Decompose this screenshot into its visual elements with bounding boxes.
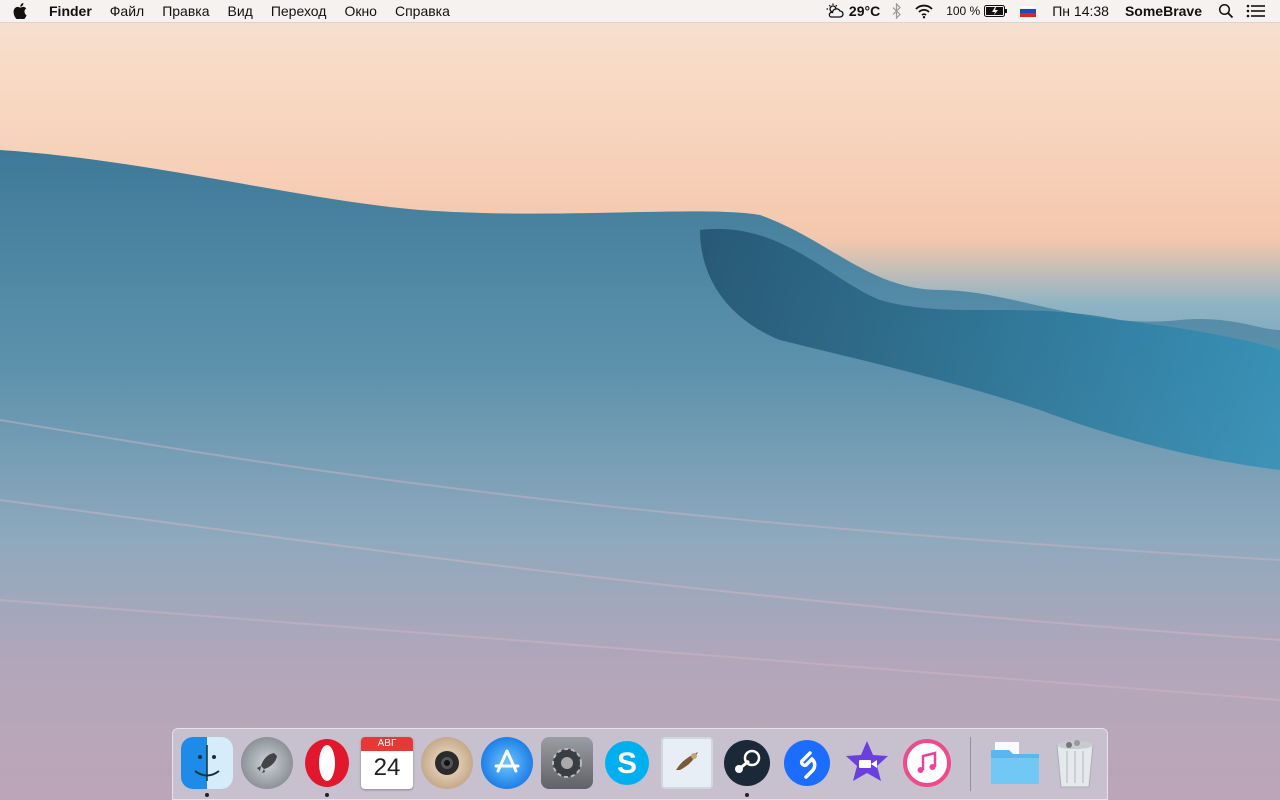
steam-running-indicator (745, 793, 749, 797)
dock-itunes-icon[interactable] (901, 737, 953, 789)
notification-center-icon[interactable] (1240, 4, 1280, 18)
battery-charging-icon (984, 5, 1008, 17)
finder-running-indicator (205, 793, 209, 797)
dock-finder-icon[interactable] (181, 737, 233, 789)
battery-status[interactable]: 100 % (940, 0, 1014, 22)
menu-clock[interactable]: Пн 14:38 (1042, 0, 1115, 22)
dock-system-preferences-icon[interactable] (541, 737, 593, 789)
desktop-wallpaper (0, 150, 1280, 800)
apple-menu-icon[interactable] (0, 3, 40, 19)
menu-help[interactable]: Справка (386, 0, 459, 22)
user-menu[interactable]: SomeBrave (1115, 0, 1212, 22)
menu-go[interactable]: Переход (262, 0, 336, 22)
input-source-ru-flag-icon[interactable] (1014, 5, 1042, 17)
bluetooth-icon[interactable] (886, 3, 908, 19)
partly-cloudy-icon (826, 3, 844, 18)
wifi-icon[interactable] (908, 3, 940, 19)
dock-calendar-icon[interactable]: АВГ 24 (361, 737, 413, 789)
menu-window[interactable]: Окно (335, 0, 386, 22)
menu-app-name[interactable]: Finder (40, 0, 101, 22)
calendar-day: 24 (373, 754, 401, 781)
spotlight-search-icon[interactable] (1212, 3, 1240, 19)
svg-text:S: S (617, 747, 637, 780)
menu-bar: Finder Файл Правка Вид Переход Окно Спра… (0, 0, 1280, 23)
dock-shazam-icon[interactable] (781, 737, 833, 789)
dock-mail-icon[interactable] (661, 737, 713, 789)
dock-trash-icon[interactable] (1049, 737, 1101, 789)
dock-launchpad-icon[interactable] (241, 737, 293, 789)
menu-file[interactable]: Файл (101, 0, 153, 22)
menu-edit[interactable]: Правка (153, 0, 218, 22)
weather-status[interactable]: 29°C (819, 0, 886, 22)
opera-running-indicator (325, 793, 329, 797)
calendar-month: АВГ (361, 737, 413, 751)
weather-temp: 29°C (848, 3, 881, 19)
dock-skype-icon[interactable]: S (601, 737, 653, 789)
dock-separator (970, 737, 971, 791)
dock: АВГ 24 S (172, 728, 1108, 800)
battery-percent: 100 % (946, 4, 981, 18)
menu-view[interactable]: Вид (219, 0, 262, 22)
dock-app-store-icon[interactable] (481, 737, 533, 789)
dock-camera-icon[interactable] (421, 737, 473, 789)
dock-imovie-icon[interactable] (841, 737, 893, 789)
dock-steam-icon[interactable] (721, 737, 773, 789)
dock-opera-icon[interactable] (301, 737, 353, 789)
dock-folder-icon[interactable] (989, 737, 1041, 789)
